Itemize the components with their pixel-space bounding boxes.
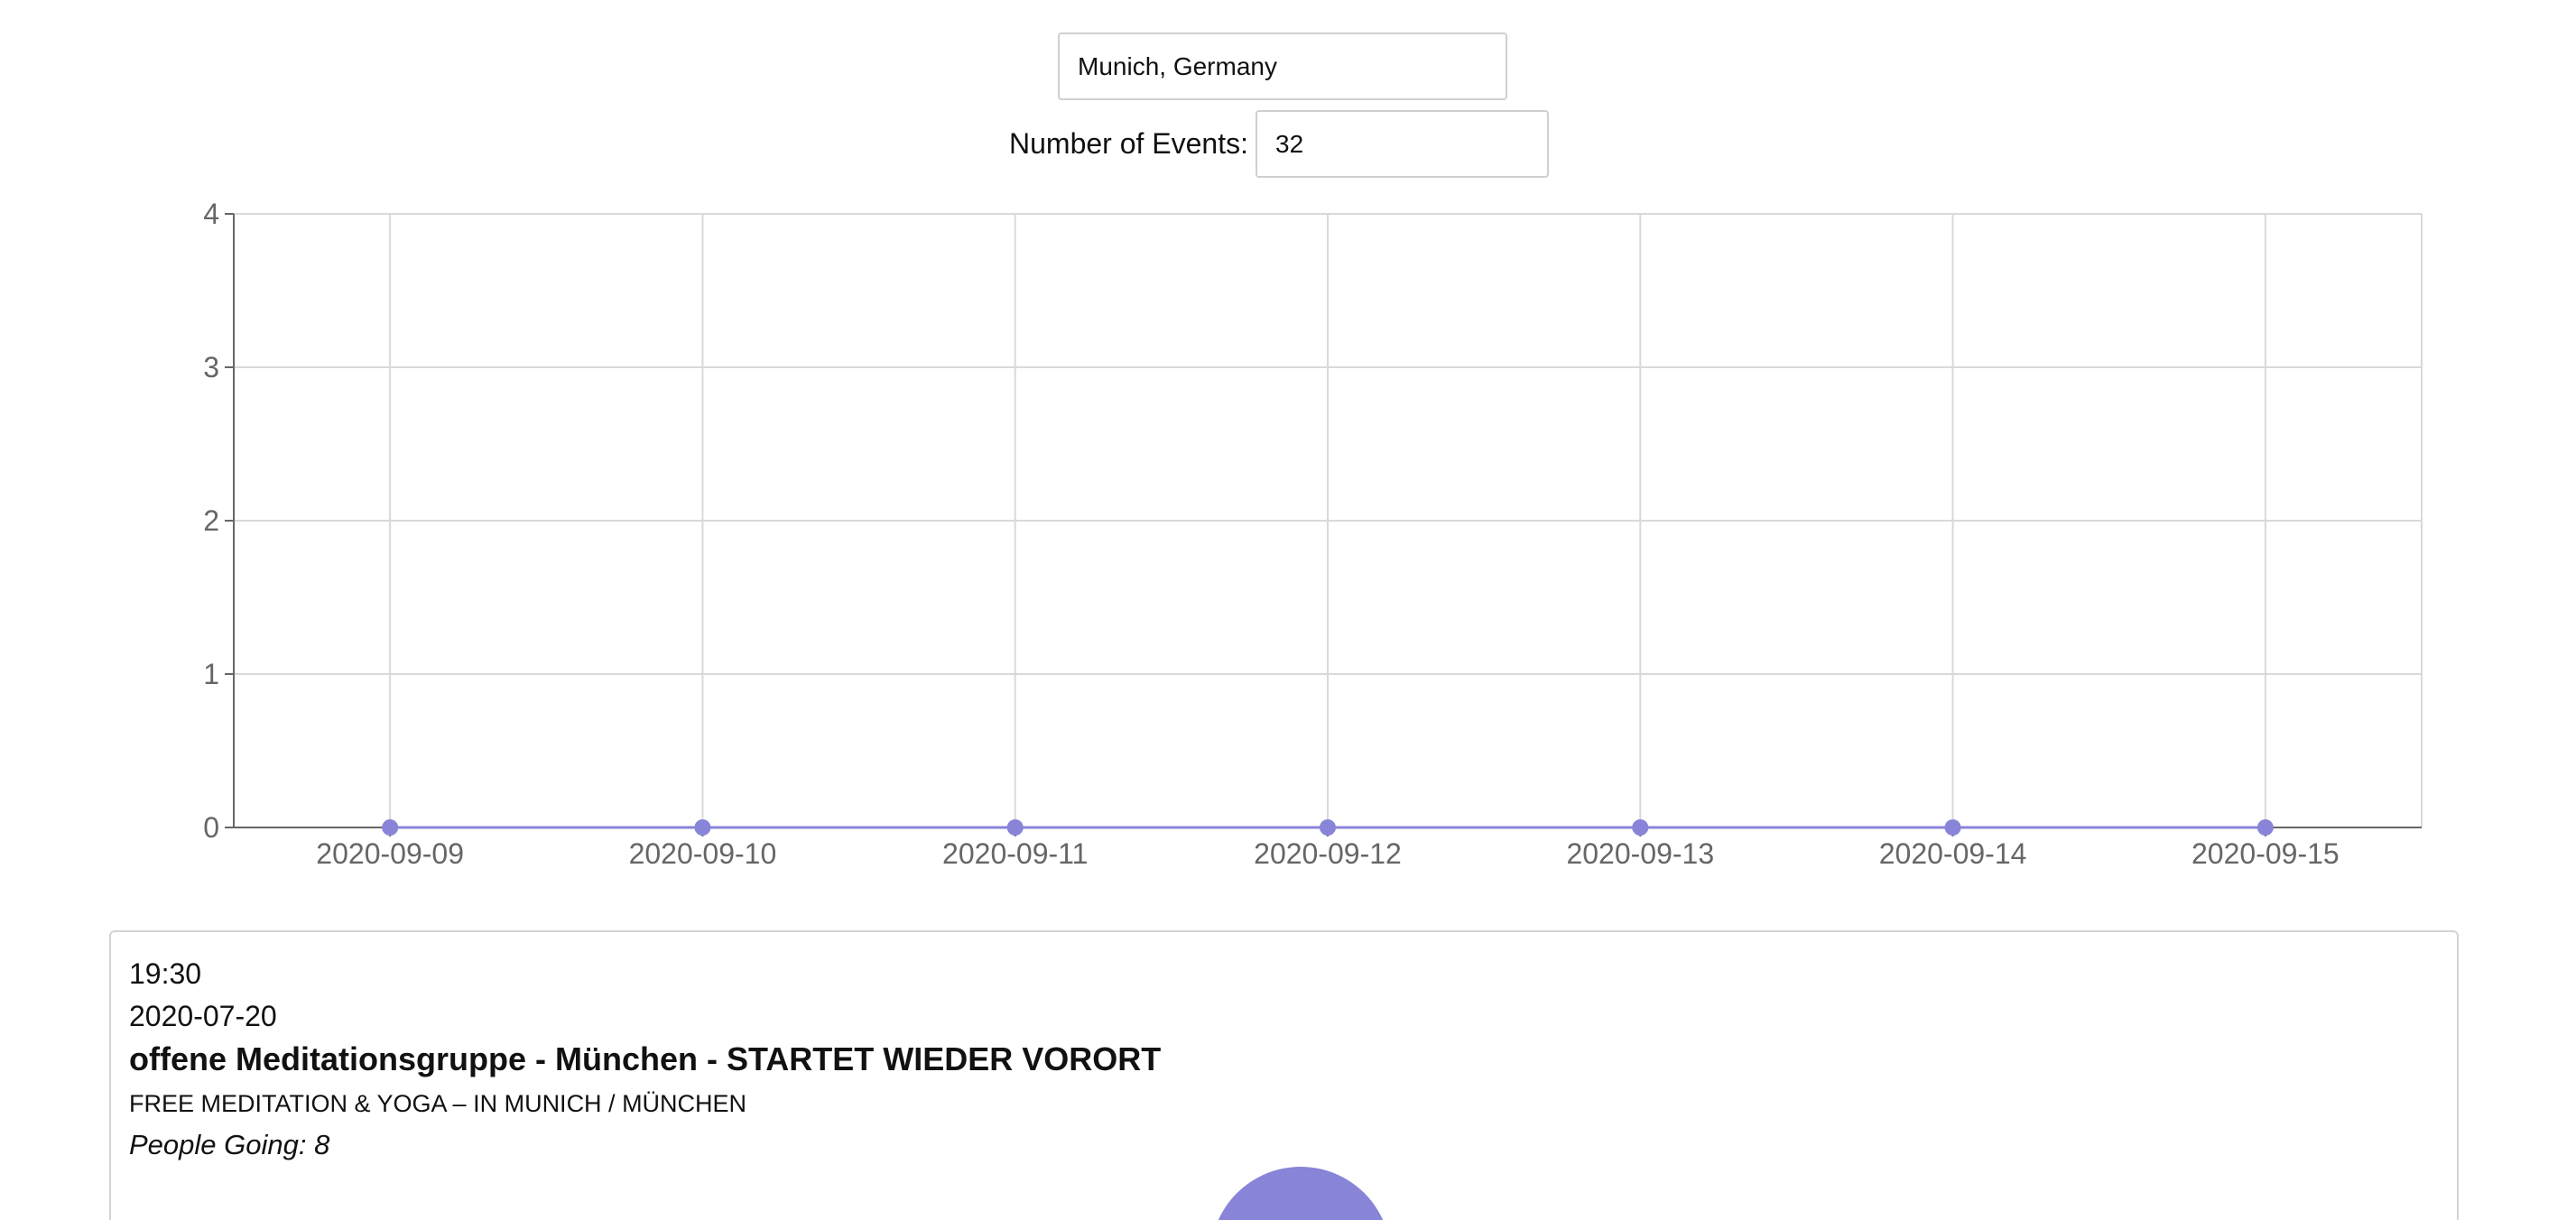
data-point xyxy=(694,819,711,836)
y-tick-label: 3 xyxy=(203,351,219,384)
chart-grid xyxy=(234,213,2423,827)
chart-axes: 0 1 2 3 4 2020-09-09 2020-09-10 2020-09-11 2020-… xyxy=(203,198,2422,870)
data-point xyxy=(2256,819,2274,836)
x-tick-label: 2020-09-14 xyxy=(1879,837,2027,870)
pie-slice xyxy=(1218,1167,1384,1220)
chart-series xyxy=(382,819,2274,836)
x-tick-label: 2020-09-12 xyxy=(1254,837,1402,870)
x-tick-label: 2020-09-15 xyxy=(2191,837,2340,870)
y-tick-label: 4 xyxy=(203,198,219,230)
x-tick-label: 2020-09-13 xyxy=(1566,837,1714,870)
event-date: 2020-07-20 xyxy=(129,1000,277,1032)
data-point xyxy=(1006,819,1024,836)
app-page: Number of Events: 012342020-09-092020-09… xyxy=(0,0,2576,1220)
data-point xyxy=(382,819,399,836)
x-tick-label: 2020-09-09 xyxy=(316,837,464,870)
event-group-name: FREE MEDITATION & YOGA – IN MUNICH / MÜN… xyxy=(129,1090,747,1117)
people-going: People Going: 8 xyxy=(129,1129,330,1160)
data-point xyxy=(1944,819,1961,836)
event-title: offene Meditationsgruppe - München - STA… xyxy=(129,1040,1162,1077)
x-tick-label: 2020-09-11 xyxy=(942,837,1088,870)
events-per-day-chart: 0 1 2 3 4 2020-09-09 2020-09-10 2020-09-11 2020-… xyxy=(203,198,2423,870)
data-point xyxy=(1320,819,1336,836)
data-point xyxy=(1632,819,1649,836)
attendance-pie-chart: 0 xyxy=(1218,1167,1384,1220)
y-tick-label: 2 xyxy=(203,504,219,537)
x-tick-label: 2020-09-10 xyxy=(629,837,777,870)
event-time: 19:30 xyxy=(129,957,202,990)
pie-label: 0 xyxy=(1340,1188,1350,1207)
event-card[interactable]: 19:30 2020-07-20 offene Meditationsgrupp… xyxy=(109,930,2459,1220)
y-tick-label: 0 xyxy=(203,811,219,844)
y-tick-label: 1 xyxy=(203,658,219,690)
